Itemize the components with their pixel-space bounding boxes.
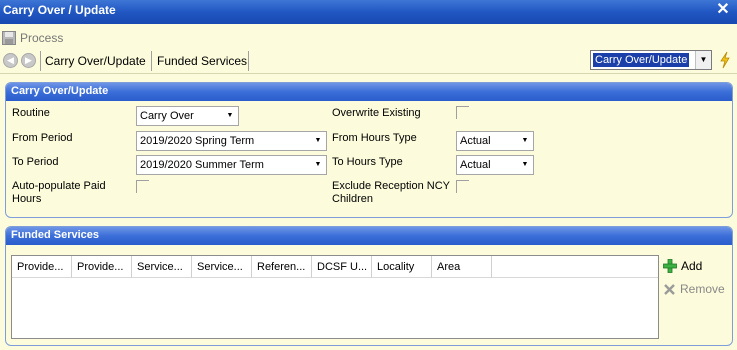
process-button[interactable]: Process bbox=[2, 30, 63, 46]
grid-header-row: Provide... Provide... Service... Service… bbox=[12, 256, 658, 278]
funded-services-panel: Funded Services Provide... Provide... Se… bbox=[5, 226, 733, 346]
exclude-reception-label-line2: Children bbox=[332, 193, 373, 205]
overwrite-label: Overwrite Existing bbox=[332, 107, 421, 119]
column-header[interactable]: Provide... bbox=[72, 256, 132, 278]
autopopulate-label-line2: Hours bbox=[12, 193, 42, 205]
from-hours-type-label: From Hours Type bbox=[332, 132, 417, 144]
breadcrumb-divider bbox=[40, 51, 41, 71]
panel-title: Funded Services bbox=[6, 227, 732, 245]
column-header[interactable]: Service... bbox=[192, 256, 252, 278]
window-title: Carry Over / Update bbox=[3, 3, 116, 17]
add-label: Add bbox=[681, 259, 703, 273]
to-period-select[interactable]: 2019/2020 Summer Term ▼ bbox=[136, 155, 327, 175]
autopopulate-checkbox[interactable] bbox=[136, 180, 149, 193]
window-titlebar: Carry Over / Update ✕ bbox=[0, 0, 737, 24]
to-hours-type-label: To Hours Type bbox=[332, 156, 403, 168]
autopopulate-label-line1: Auto-populate Paid bbox=[12, 180, 106, 192]
column-header[interactable]: Provide... bbox=[12, 256, 72, 278]
to-hours-type-select[interactable]: Actual ▼ bbox=[456, 155, 534, 175]
plus-icon bbox=[663, 259, 677, 273]
add-button[interactable]: Add bbox=[663, 259, 702, 273]
save-icon bbox=[2, 31, 16, 45]
column-header[interactable]: Service... bbox=[132, 256, 192, 278]
from-period-label: From Period bbox=[12, 132, 73, 144]
chevron-down-icon[interactable]: ▼ bbox=[223, 108, 237, 124]
forward-arrow-icon[interactable]: ▶ bbox=[21, 53, 36, 68]
column-header[interactable]: Area bbox=[432, 256, 492, 278]
from-period-select[interactable]: 2019/2020 Spring Term ▼ bbox=[136, 131, 327, 151]
toolbar: Process ◀ ▶ Carry Over/Update Funded Ser… bbox=[0, 24, 737, 74]
breadcrumb-divider bbox=[248, 51, 249, 71]
from-period-value: 2019/2020 Spring Term bbox=[140, 135, 255, 147]
column-header[interactable]: Locality bbox=[372, 256, 432, 278]
chevron-down-icon[interactable]: ▼ bbox=[311, 133, 325, 149]
chevron-down-icon[interactable]: ▼ bbox=[518, 133, 532, 149]
overwrite-checkbox[interactable] bbox=[456, 106, 469, 119]
routine-label: Routine bbox=[12, 107, 50, 119]
section-select-value: Carry Over/Update bbox=[593, 53, 690, 67]
carry-over-panel: Carry Over/Update Routine Carry Over ▼ F… bbox=[5, 82, 733, 218]
from-hours-type-value: Actual bbox=[460, 135, 491, 147]
routine-value: Carry Over bbox=[140, 110, 194, 122]
funded-services-grid[interactable]: Provide... Provide... Service... Service… bbox=[11, 255, 659, 339]
to-period-value: 2019/2020 Summer Term bbox=[140, 159, 264, 171]
routine-select[interactable]: Carry Over ▼ bbox=[136, 106, 239, 126]
close-icon[interactable]: ✕ bbox=[715, 2, 731, 18]
exclude-reception-checkbox[interactable] bbox=[456, 180, 469, 193]
to-period-label: To Period bbox=[12, 156, 59, 168]
lightning-icon[interactable] bbox=[718, 51, 732, 69]
panel-title: Carry Over/Update bbox=[6, 83, 732, 101]
exclude-reception-label-line1: Exclude Reception NCY bbox=[332, 180, 451, 192]
remove-label: Remove bbox=[680, 282, 725, 296]
breadcrumb-divider bbox=[151, 51, 152, 71]
breadcrumb-carry-over[interactable]: Carry Over/Update bbox=[45, 54, 146, 68]
back-arrow-icon[interactable]: ◀ bbox=[3, 53, 18, 68]
from-hours-type-select[interactable]: Actual ▼ bbox=[456, 131, 534, 151]
remove-icon bbox=[664, 283, 675, 295]
section-select[interactable]: Carry Over/Update ▼ bbox=[590, 50, 712, 70]
chevron-down-icon[interactable]: ▼ bbox=[518, 157, 532, 173]
chevron-down-icon[interactable]: ▼ bbox=[311, 157, 325, 173]
process-label: Process bbox=[20, 31, 64, 45]
remove-button[interactable]: Remove bbox=[663, 282, 725, 296]
to-hours-type-value: Actual bbox=[460, 159, 491, 171]
exclude-reception-label: Exclude Reception NCY Children bbox=[332, 180, 450, 206]
breadcrumb-funded-services[interactable]: Funded Services bbox=[157, 54, 247, 68]
column-header[interactable]: Referen... bbox=[252, 256, 312, 278]
chevron-down-icon[interactable]: ▼ bbox=[695, 51, 711, 69]
column-header[interactable]: DCSF U... bbox=[312, 256, 372, 278]
autopopulate-label: Auto-populate Paid Hours bbox=[12, 180, 106, 206]
